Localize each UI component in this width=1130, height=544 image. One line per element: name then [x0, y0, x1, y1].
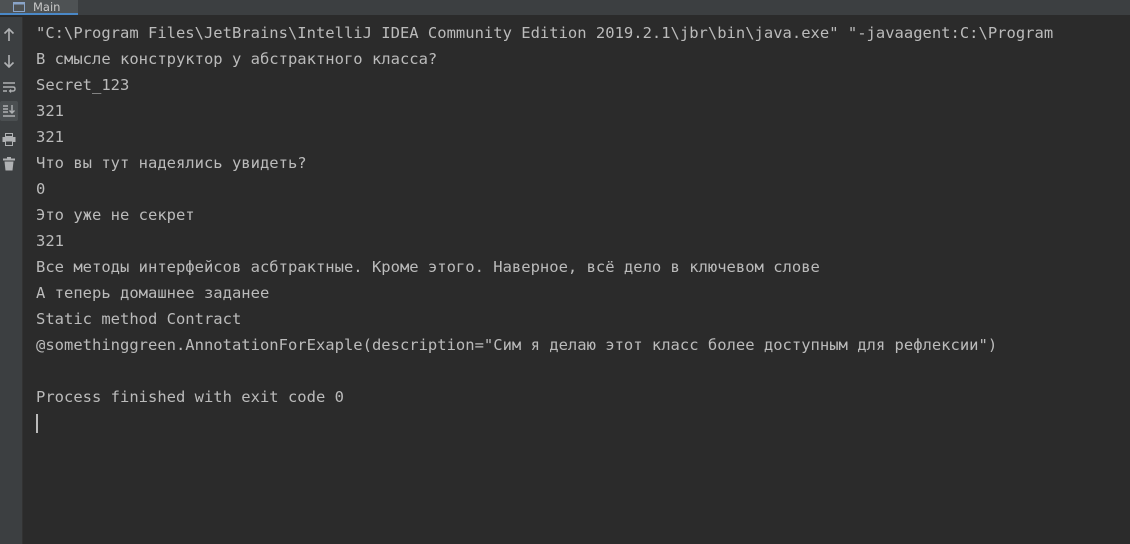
run-tab-bar: Main — [0, 0, 1130, 15]
console-line: Secret_123 — [36, 76, 130, 94]
scroll-to-end-icon — [3, 105, 15, 117]
console-line: 0 — [36, 180, 46, 198]
up-arrow-icon — [3, 28, 15, 41]
console-output[interactable]: "C:\Program Files\JetBrains\IntelliJ IDE… — [36, 20, 1130, 410]
console-line: Static method Contract — [36, 310, 242, 328]
tab-main[interactable]: Main — [0, 0, 78, 15]
print-button[interactable] — [0, 129, 18, 149]
up-arrow-button[interactable] — [0, 25, 18, 45]
console-line: А теперь домашнее заданее — [36, 284, 270, 302]
scroll-to-end-button[interactable] — [0, 101, 18, 121]
print-icon — [2, 132, 16, 146]
down-arrow-icon — [3, 55, 15, 68]
console-line: @somethinggreen.AnnotationForExaple(desc… — [36, 336, 998, 354]
run-tool-window: Main "C:\Program Files\JetBrains\Intelli… — [0, 0, 1130, 544]
console-line: В смысле конструктор у абстрактного клас… — [36, 50, 438, 68]
console-line: 321 — [36, 128, 64, 146]
console-line: Что вы тут надеялись увидеть? — [36, 154, 307, 172]
down-arrow-button[interactable] — [0, 51, 18, 71]
soft-wrap-button[interactable] — [0, 77, 18, 97]
console-toolbar — [0, 17, 23, 544]
console-line-empty — [36, 358, 1130, 384]
console-line: Все методы интерфейсов асбтрактные. Кром… — [36, 258, 820, 276]
text-cursor — [36, 414, 38, 433]
soft-wrap-icon — [3, 82, 16, 93]
console-line: Это уже не секрет — [36, 206, 195, 224]
console-window-icon — [13, 2, 25, 12]
tab-selected-indicator — [0, 13, 78, 15]
trash-icon — [3, 157, 15, 171]
console-line: 321 — [36, 232, 64, 250]
clear-all-button[interactable] — [0, 154, 18, 174]
console-line: 321 — [36, 102, 64, 120]
console-line-command: "C:\Program Files\JetBrains\IntelliJ IDE… — [36, 24, 1054, 42]
process-exit-message: Process finished with exit code 0 — [36, 388, 344, 406]
